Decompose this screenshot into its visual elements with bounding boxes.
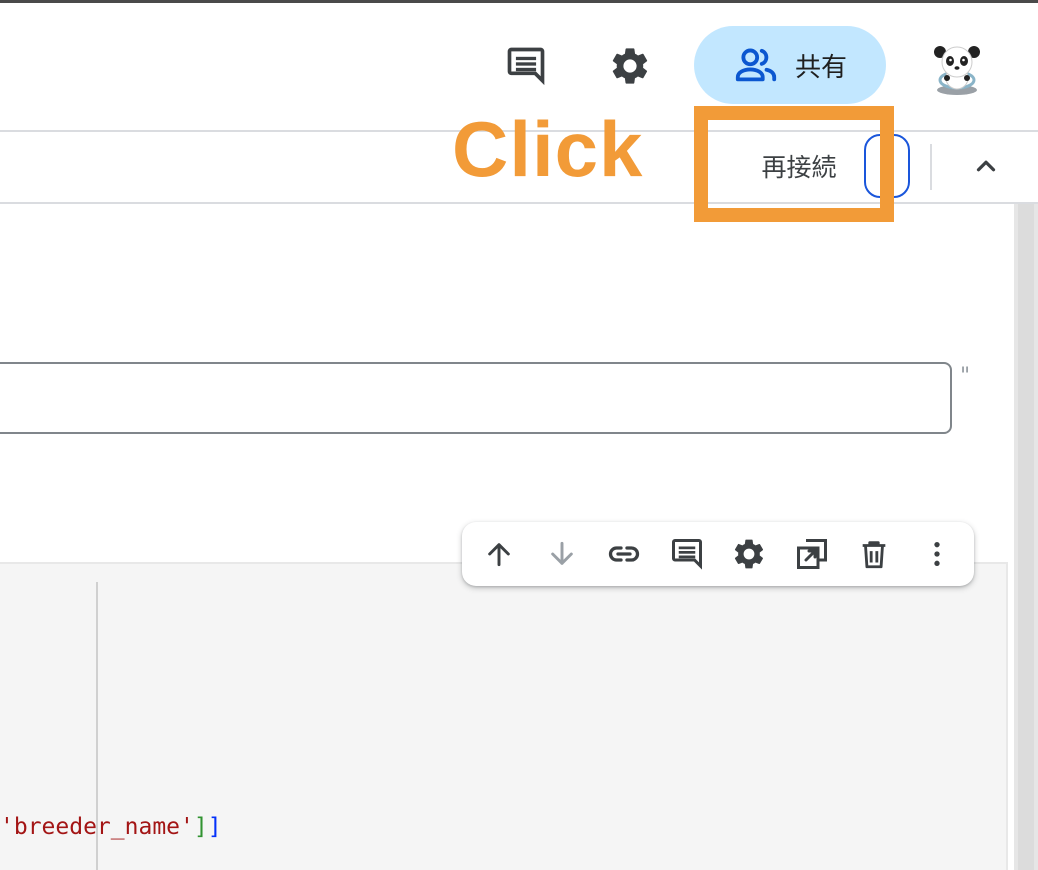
share-button[interactable]: 共有 [694, 26, 886, 104]
panda-avatar-icon [934, 46, 980, 95]
people-icon [735, 48, 777, 82]
settings-button[interactable] [604, 40, 656, 92]
trailing-quote: " [960, 364, 971, 389]
delete-cell-button[interactable] [850, 530, 898, 578]
toolbar-separator [930, 144, 932, 190]
arrow-down-icon [550, 541, 573, 565]
scrollbar-thumb[interactable] [1018, 204, 1034, 870]
copy-link-button[interactable] [600, 530, 648, 578]
mirror-cell-icon [796, 539, 827, 569]
delete-icon [862, 541, 886, 569]
form-text-field[interactable] [0, 362, 952, 434]
mirror-cell-button[interactable] [788, 530, 836, 578]
gear-icon [735, 539, 764, 569]
window-top-border [0, 0, 1038, 3]
more-vert-icon [934, 542, 940, 566]
move-cell-down-button[interactable] [538, 530, 586, 578]
cell-settings-button[interactable] [725, 530, 773, 578]
comments-button[interactable] [500, 40, 552, 92]
code-bracket-inner: ] [193, 814, 208, 840]
cell-toolbar [462, 522, 974, 586]
gear-icon [612, 48, 648, 84]
comments-icon [507, 47, 545, 86]
code-line: 'breeder_name']] [0, 814, 222, 840]
highlight-box [694, 106, 894, 222]
colab-notebook-view: 共有 再接続 " 'breeder_name']] Click [0, 0, 1038, 870]
account-avatar[interactable] [928, 40, 986, 98]
more-actions-button[interactable] [913, 530, 961, 578]
move-cell-up-button[interactable] [475, 530, 523, 578]
click-annotation: Click [452, 105, 644, 193]
code-string: 'breeder_name' [0, 814, 194, 840]
add-comment-button[interactable] [663, 530, 711, 578]
link-icon [609, 546, 640, 562]
code-bracket-outer: ] [207, 814, 222, 840]
collapse-header-button[interactable] [962, 142, 1010, 190]
share-label: 共有 [794, 52, 847, 83]
chevron-up-icon [976, 160, 996, 172]
arrow-up-icon [488, 543, 511, 567]
comment-icon [671, 539, 702, 570]
